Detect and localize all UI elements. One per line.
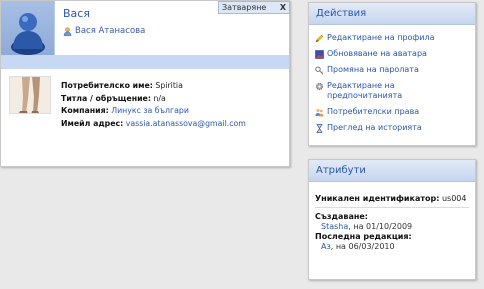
edited-label: Последна редакция: [315,232,412,241]
action-label: Редактиране на профила [327,33,435,42]
uid-label: Уникален идентификатор: [315,194,440,203]
profile-details: Потребителско име: Spiritia Титла / обръ… [61,80,246,130]
email-label: Имейл адрес: [61,118,124,128]
close-button[interactable]: Затваряне X [218,1,290,14]
profile-photo [9,76,51,114]
title-value: n/a [153,93,166,103]
action-user-rights[interactable]: Потребителски права [315,107,469,117]
close-icon: X [279,3,286,12]
uid-value: us004 [441,194,467,203]
attributes-body: Уникален идентификатор: us004 Създаване:… [309,182,475,252]
actions-panel: Действия Редактиране на профила Обновява… [308,2,476,146]
actions-title: Действия [309,3,475,25]
company-label: Компания: [61,106,109,115]
close-label: Затваряне [222,3,267,12]
edited-date: , на 06/03/2010 [330,242,395,251]
created-by-link[interactable]: Stasha [321,222,348,231]
attributes-title: Атрибути [309,160,475,182]
users-icon [315,108,324,117]
action-edit-preferences[interactable]: Редактиране на предпочитанията [315,81,469,101]
created-row: Stasha, на 01/10/2009 [315,222,469,232]
company-link[interactable]: Линукс за българи [111,106,189,115]
email-row: Имейл адрес: vassia.atanassova@gmail.com [61,118,246,131]
action-change-password[interactable]: Промяна на паролата [315,65,469,75]
created-label: Създаване: [315,212,369,221]
action-label: Потребителски права [327,107,420,116]
action-label: Редактиране на предпочитанията [327,81,403,100]
username-row: Потребителско име: Spiritia [61,80,246,93]
picture-icon [315,50,324,59]
profile-header-bar [1,55,289,69]
user-silhouette-icon [11,13,45,55]
action-update-avatar[interactable]: Обновяване на аватара [315,49,469,59]
profile-user-link[interactable]: Вася Атанасова [63,26,145,36]
email-link[interactable]: vassia.atanassova@gmail.com [126,119,246,128]
created-date: , на 01/10/2009 [348,222,413,231]
divider [315,207,469,208]
edited-by-link[interactable]: Аз [321,242,331,251]
action-label: Преглед на историята [327,123,422,132]
username-label: Потребителско име: [61,81,153,90]
uid-row: Уникален идентификатор: us004 [315,194,469,204]
profile-name: Вася [63,7,90,20]
profile-user-label: Вася Атанасова [75,26,146,36]
attributes-panel: Атрибути Уникален идентификатор: us004 С… [308,159,476,280]
profile-card: Вася Вася Атанасова Затваряне X Потребит… [0,0,290,167]
edited-row: Аз, на 06/03/2010 [315,242,469,252]
gear-icon [315,82,324,91]
action-edit-profile[interactable]: Редактиране на профила [315,33,469,43]
actions-list: Редактиране на профила Обновяване на ава… [309,25,475,147]
legs-photo-image [10,77,50,113]
pencil-icon [315,34,324,43]
company-row: Компания: Линукс за българи [61,105,246,118]
action-view-history[interactable]: Преглед на историята [315,123,469,133]
action-label: Обновяване на аватара [327,49,427,58]
title-label: Титла / обръщение: [61,93,151,103]
hourglass-icon [316,124,323,133]
avatar[interactable] [1,1,55,55]
action-label: Промяна на паролата [327,65,419,74]
user-icon [63,26,72,36]
key-icon [315,66,324,75]
title-row: Титла / обръщение: n/a [61,93,246,106]
username-value: Spiritia [155,81,183,90]
